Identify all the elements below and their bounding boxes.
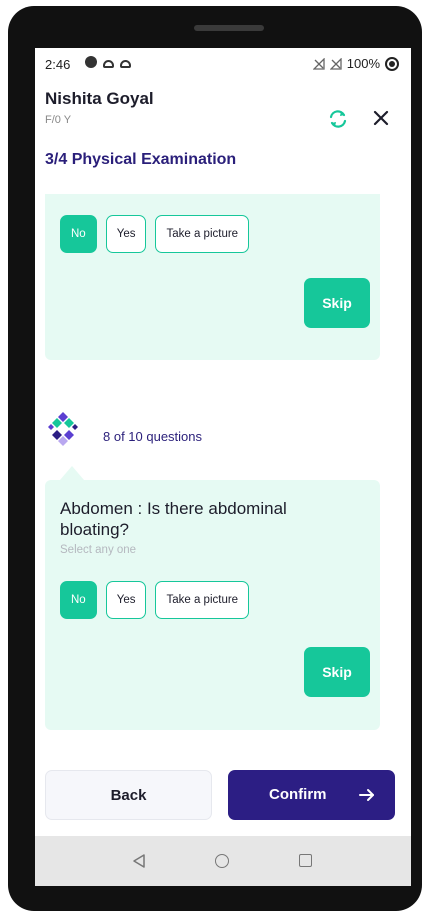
nav-home-icon[interactable] [215, 854, 229, 868]
previous-answer-options: No Yes Take a picture [60, 215, 250, 253]
current-question-card: Abdomen : Is there abdominal bloating? S… [45, 466, 380, 730]
close-icon[interactable] [371, 108, 391, 128]
answer-options: No Yes Take a picture [60, 581, 250, 619]
confirm-button[interactable]: Confirm [228, 770, 395, 820]
app-screen: 2:46 100% Nishita Goyal F/0 Y 3/4 Physic… [35, 48, 411, 886]
app-notification-icon [85, 56, 97, 68]
phone-frame: 2:46 100% Nishita Goyal F/0 Y 3/4 Physic… [8, 6, 422, 911]
option-yes[interactable]: Yes [105, 581, 147, 619]
nav-recents-icon[interactable] [299, 854, 312, 867]
battery-level: 100% [346, 56, 380, 71]
arrow-right-icon [359, 789, 374, 801]
option-no[interactable]: No [60, 215, 97, 253]
option-yes[interactable]: Yes [105, 215, 147, 253]
question-text: Abdomen : Is there abdominal bloating? [60, 499, 287, 539]
skip-button[interactable]: Skip [304, 278, 370, 328]
system-nav-bar [35, 836, 411, 886]
cloud-icon [103, 59, 114, 68]
nav-back-icon[interactable] [131, 853, 147, 869]
notification-icons [85, 56, 131, 68]
question-hint: Select any one [60, 544, 137, 556]
refresh-icon[interactable] [327, 108, 349, 130]
question-progress: 8 of 10 questions [103, 429, 203, 444]
confirm-label: Confirm [269, 786, 327, 803]
option-no[interactable]: No [60, 581, 97, 619]
patient-meta: F/0 Y [45, 114, 72, 126]
battery-icon [385, 56, 399, 71]
skip-button[interactable]: Skip [304, 647, 370, 697]
previous-question-card: No Yes Take a picture Skip [45, 194, 380, 360]
back-button[interactable]: Back [45, 770, 212, 820]
patient-name: Nishita Goyal [45, 89, 154, 108]
no-signal-icon [312, 57, 325, 70]
phone-speaker [194, 25, 264, 31]
option-take-picture[interactable]: Take a picture [155, 215, 250, 253]
status-time: 2:46 [45, 57, 71, 72]
status-bar: 2:46 100% [35, 48, 411, 82]
cloud-icon [120, 59, 131, 68]
status-right: 100% [312, 56, 399, 71]
option-take-picture[interactable]: Take a picture [155, 581, 250, 619]
section-title: 3/4 Physical Examination [45, 151, 237, 168]
question-progress-icon [48, 412, 78, 446]
no-signal-icon [329, 57, 342, 70]
